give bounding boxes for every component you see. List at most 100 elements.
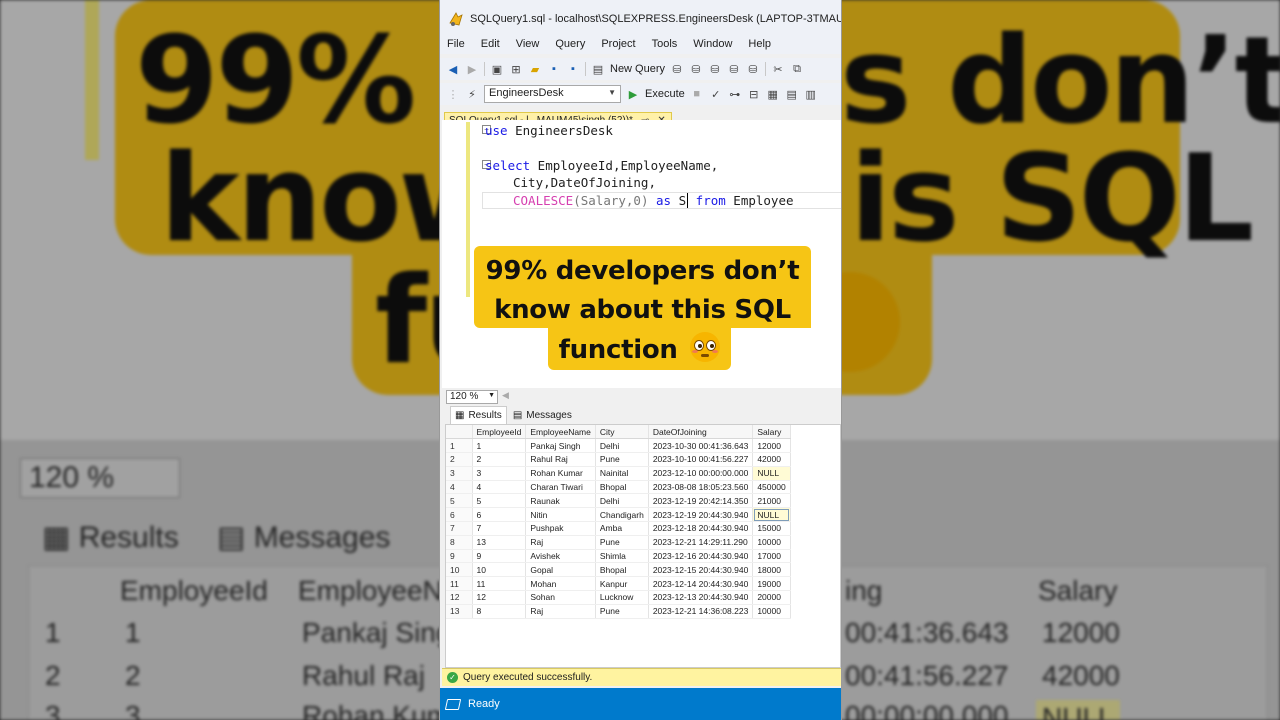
table-row[interactable]: 4 4 Charan Tiwari Bhopal 2023-08-08 18:05:23… [446,480,791,495]
results-grid[interactable]: EmployeeId EmployeeName City DateOfJoini… [445,424,841,668]
grid-cell[interactable]: Nainital [595,466,649,481]
estimated-plan-icon[interactable]: ⊶ [728,87,742,101]
grid-cell[interactable]: 19000 [752,576,791,592]
grid-cell[interactable]: Pune [595,604,649,619]
connect-icon[interactable]: ⚡ [465,87,479,101]
grid-cell[interactable]: Amba [595,521,649,536]
new-query-button[interactable]: New Query [610,63,665,75]
grid-cell[interactable]: Bhopal [595,562,649,578]
grid-cell[interactable]: Raunak [525,493,596,509]
grid-cell[interactable]: Rahul Raj [525,452,596,467]
results-to-grid-icon[interactable]: ▦ [766,87,780,101]
grid-cell[interactable]: 17000 [752,549,791,564]
table-row[interactable]: 5 5 Raunak Delhi 2023-12-19 20:42:14.350 2100… [446,493,791,509]
menu-window[interactable]: Window [693,38,732,54]
grid-cell[interactable]: 10000 [752,604,791,619]
grid-cell[interactable]: Pune [595,535,649,550]
table-row[interactable]: 11 11 Mohan Kanpur 2023-12-14 20:44:30.940 19… [446,576,791,592]
grid-cell[interactable]: 2023-12-18 20:44:30.940 [648,521,754,536]
analysis-query-icon[interactable]: ⛁ [689,62,703,76]
grid-cell[interactable]: 2023-12-13 20:44:30.940 [648,590,754,605]
table-row[interactable]: 1 1 Pankaj Singh Delhi 2023-10-30 00:41:36.6… [446,438,791,454]
table-row[interactable]: 9 9 Avishek Shimla 2023-12-16 20:44:30.940 17… [446,549,791,564]
grid-cell[interactable]: 10 [472,562,527,578]
open-file-icon[interactable]: ▰ [528,62,542,76]
row-number[interactable]: 8 [446,535,473,550]
grid-cell[interactable]: Lucknow [595,590,649,605]
menu-tools[interactable]: Tools [652,38,678,54]
grid-cell[interactable]: Raj [525,535,596,550]
row-number[interactable]: 10 [446,562,473,578]
grid-cell[interactable]: 2023-12-19 20:44:30.940 [648,507,754,523]
row-number[interactable]: 11 [446,576,473,592]
menu-query[interactable]: Query [555,38,585,54]
row-number-header[interactable] [446,425,473,440]
column-header[interactable]: City [595,425,649,440]
grid-cell[interactable]: Raj [525,604,596,619]
new-project-icon[interactable]: ▣ [490,62,504,76]
grid-cell[interactable]: 2023-12-19 20:42:14.350 [648,493,754,509]
grid-cell[interactable]: 8 [472,604,527,619]
row-number[interactable]: 9 [446,549,473,564]
grid-cell[interactable]: Delhi [595,493,649,509]
grid-cell[interactable]: 2023-12-10 00:00:00.000 [648,466,754,481]
grid-cell[interactable]: 2023-12-16 20:44:30.940 [648,549,754,564]
grid-cell[interactable]: Nitin [525,507,596,523]
grid-cell[interactable]: 450000 [752,480,791,495]
grid-cell[interactable]: 2023-10-10 00:41:56.227 [648,452,754,467]
grid-cell[interactable]: 4 [472,480,527,495]
grid-cell[interactable]: 2023-12-21 14:29:11.290 [648,535,754,550]
grid-cell[interactable]: Gopal [525,562,596,578]
grid-cell[interactable]: 2023-10-30 00:41:36.643 [648,438,754,454]
copy-icon[interactable]: ⧉ [790,62,804,76]
grid-cell[interactable]: Pushpak [525,521,596,536]
menu-edit[interactable]: Edit [481,38,500,54]
grid-cell[interactable]: 20000 [752,590,791,605]
column-header[interactable]: EmployeeName [525,425,596,440]
new-query-icon[interactable]: ▤ [591,62,605,76]
grid-cell[interactable]: 12 [472,590,527,605]
grid-cell[interactable]: 2023-12-14 20:44:30.940 [648,576,754,592]
grid-cell[interactable]: 18000 [752,562,791,578]
grid-cell[interactable]: 1 [472,438,527,454]
grid-cell[interactable]: Rohan Kumar [525,466,596,481]
row-number[interactable]: 7 [446,521,473,536]
tab-results[interactable]: ▦ Results [450,406,507,424]
table-row[interactable]: 10 10 Gopal Bhopal 2023-12-15 20:44:30.940 18… [446,562,791,578]
grid-cell[interactable]: 12000 [752,438,791,454]
grid-cell[interactable]: 2023-12-15 20:44:30.940 [648,562,754,578]
grid-cell[interactable]: Bhopal [595,480,649,495]
grid-cell[interactable]: Mohan [525,576,596,592]
grid-cell[interactable]: Delhi [595,438,649,454]
grid-cell[interactable]: 21000 [752,493,791,509]
grid-cell[interactable]: Pankaj Singh [525,438,596,454]
table-row[interactable]: 3 3 Rohan Kumar Nainital 2023-12-10 00:00:00… [446,466,791,481]
column-header[interactable]: EmployeeId [472,425,527,440]
row-number[interactable]: 3 [446,466,473,481]
table-row[interactable]: 13 8 Raj Pune 2023-12-21 14:36:08.223 10000 [446,604,791,619]
grid-cell[interactable]: 5 [472,493,527,509]
row-number[interactable]: 1 [446,438,473,454]
database-engine-query-icon[interactable]: ⛁ [670,62,684,76]
grid-cell[interactable]: Charan Tiwari [525,480,596,495]
query-options-icon[interactable]: ⊟ [747,87,761,101]
mdx-query-icon[interactable]: ⛁ [708,62,722,76]
grid-cell[interactable]: 11 [472,576,527,592]
execute-button[interactable]: Execute [645,88,685,100]
tab-messages[interactable]: ▤ Messages [509,406,576,424]
grid-cell[interactable]: Kanpur [595,576,649,592]
include-plan-icon[interactable]: ▥ [804,87,818,101]
xmla-query-icon[interactable]: ⛁ [746,62,760,76]
table-row[interactable]: 7 7 Pushpak Amba 2023-12-18 20:44:30.940 1500… [446,521,791,536]
zoom-select[interactable]: 120 % ▼ [446,390,498,404]
grid-cell[interactable]: NULL [752,466,791,481]
column-header[interactable]: DateOfJoining [648,425,754,440]
dmx-query-icon[interactable]: ⛁ [727,62,741,76]
grid-cell[interactable]: Pune [595,452,649,467]
cut-icon[interactable]: ✂ [771,62,785,76]
grid-cell[interactable]: 10000 [752,535,791,550]
grid-cell[interactable]: 42000 [752,452,791,467]
grid-cell[interactable]: 2023-08-08 18:05:23.560 [648,480,754,495]
add-item-icon[interactable]: ⊞ [509,62,523,76]
grid-cell[interactable]: 15000 [752,521,791,536]
